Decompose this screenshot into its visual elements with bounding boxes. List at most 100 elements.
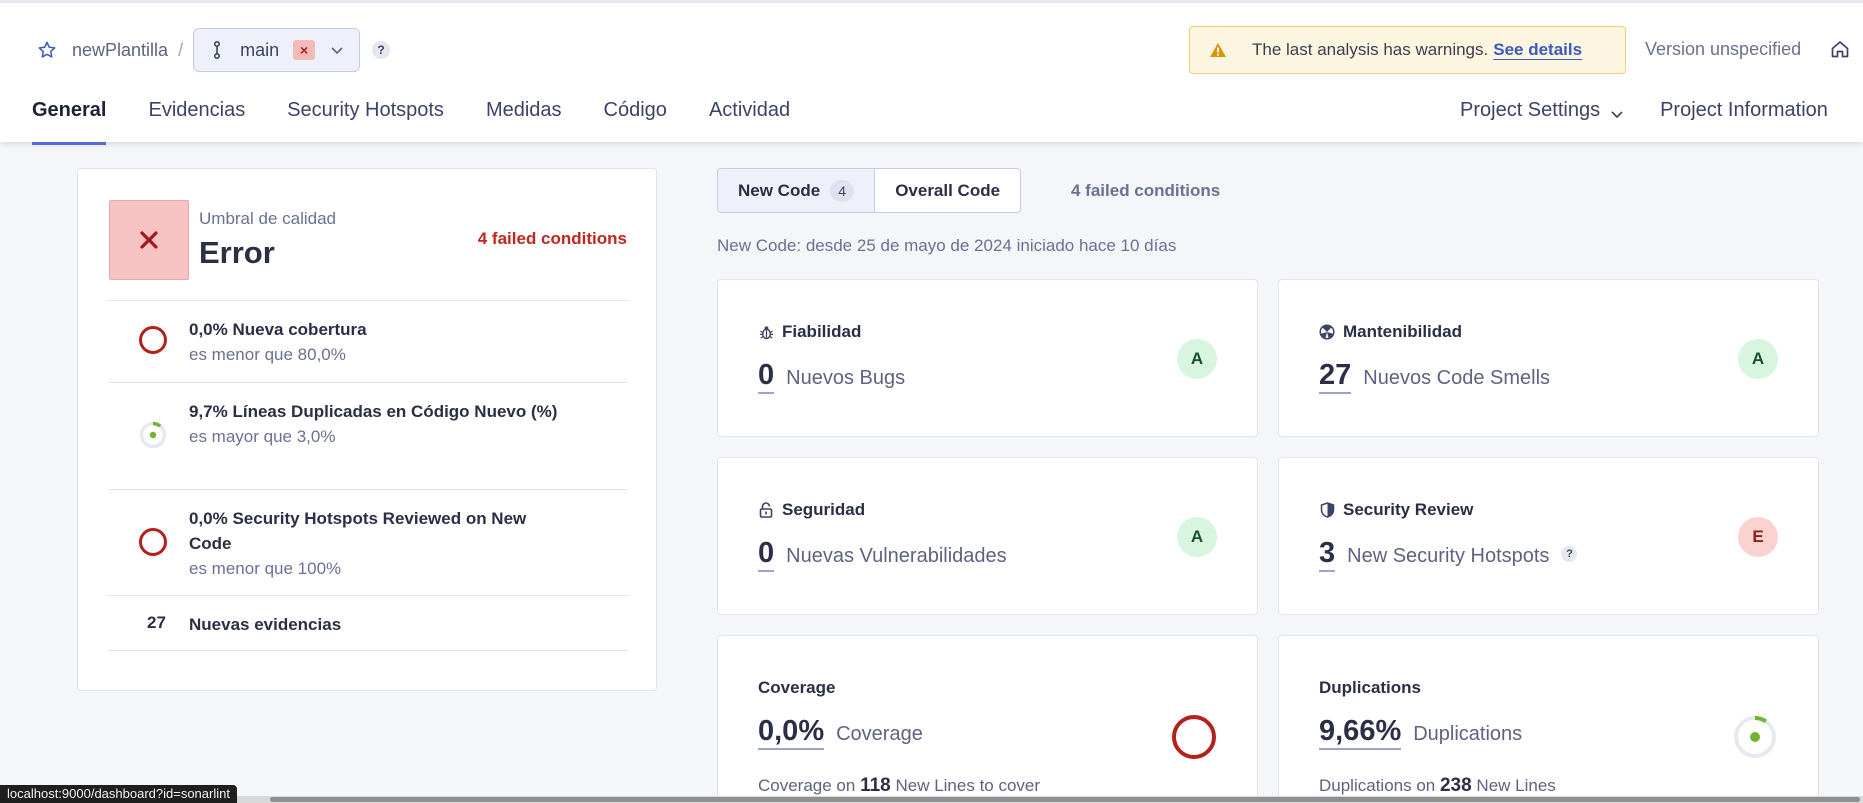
warning-text: The last analysis has warnings. bbox=[1252, 40, 1489, 59]
reliability-rating-badge[interactable]: A bbox=[1177, 339, 1217, 379]
duplications-new-lines: Duplications on 238 New Lines bbox=[1319, 775, 1556, 797]
maintainability-title: Mantenibilidad bbox=[1343, 322, 1462, 341]
coverage-card: Coverage 0,0% Coverage Coverage on 118 N… bbox=[717, 635, 1258, 803]
reliability-card: Fiabilidad 0 Nuevos Bugs A bbox=[717, 279, 1258, 437]
coverage-sub-suffix: New Lines to cover bbox=[895, 776, 1041, 795]
duplications-donut-icon bbox=[1734, 715, 1776, 758]
reliability-title: Fiabilidad bbox=[782, 322, 862, 341]
coverage-ring-icon bbox=[1172, 715, 1216, 759]
duplications-donut-icon bbox=[139, 421, 167, 449]
lock-icon bbox=[758, 502, 774, 518]
branch-name: main bbox=[240, 39, 280, 60]
favorite-star-icon[interactable] bbox=[36, 39, 58, 61]
security-review-title: Security Review bbox=[1343, 500, 1474, 519]
shield-icon bbox=[1319, 502, 1335, 518]
duplications-lines-count[interactable]: 238 bbox=[1440, 775, 1472, 796]
analysis-warning-banner: The last analysis has warnings. See deta… bbox=[1189, 26, 1626, 74]
duplications-title: Duplications bbox=[1319, 678, 1422, 697]
security-title: Seguridad bbox=[782, 500, 866, 519]
new-code-label: New Code bbox=[738, 180, 821, 200]
bug-icon bbox=[758, 324, 774, 340]
new-vulnerabilities-value[interactable]: 0 bbox=[758, 536, 775, 572]
duplications-value[interactable]: 9,66% bbox=[1319, 714, 1402, 750]
version-label: Version unspecified bbox=[1645, 39, 1802, 59]
quality-gate-failed-count: 4 failed conditions bbox=[477, 229, 627, 248]
tab-medidas[interactable]: Medidas bbox=[486, 91, 562, 145]
project-tabs: General Evidencias Security Hotspots Med… bbox=[32, 91, 832, 145]
branch-failed-status-icon: × bbox=[293, 40, 316, 60]
new-code-failed-badge: 4 bbox=[830, 179, 855, 202]
tab-general[interactable]: General bbox=[32, 91, 107, 145]
project-settings-label: Project Settings bbox=[1460, 99, 1601, 121]
new-issues-count: 27 bbox=[147, 613, 166, 632]
top-navigation: newPlantilla / main × ? The last analysi… bbox=[0, 0, 1863, 145]
condition-threshold: es menor que 100% bbox=[189, 559, 342, 578]
chevron-down-icon bbox=[329, 42, 345, 58]
chevron-down-icon bbox=[1610, 107, 1624, 121]
condition-title: 0,0% Security Hotspots Reviewed on New C… bbox=[189, 509, 527, 553]
coverage-sub-prefix: Coverage on bbox=[758, 776, 856, 795]
duplications-label: Duplications bbox=[1413, 723, 1523, 745]
security-review-card: Security Review 3 New Security Hotspots … bbox=[1278, 457, 1819, 615]
condition-new-issues[interactable]: 27 Nuevas evidencias bbox=[108, 595, 628, 651]
see-details-link[interactable]: See details bbox=[1493, 40, 1582, 60]
new-vulnerabilities-label: Nuevas Vulnerabilidades bbox=[786, 545, 1007, 567]
new-code-smells-label: Nuevos Code Smells bbox=[1363, 367, 1551, 389]
error-x-icon bbox=[140, 231, 158, 249]
quality-gate-status-badge bbox=[109, 200, 189, 280]
coverage-title: Coverage bbox=[758, 678, 836, 697]
condition-title: 0,0% Nueva cobertura bbox=[189, 320, 367, 339]
duplications-card: Duplications 9,66% Duplications Duplicat… bbox=[1278, 635, 1819, 803]
project-settings-menu[interactable]: Project Settings bbox=[1460, 91, 1624, 145]
failed-conditions-summary[interactable]: 4 failed conditions bbox=[1071, 181, 1220, 201]
coverage-value[interactable]: 0,0% bbox=[758, 714, 825, 750]
security-review-rating-badge[interactable]: E bbox=[1738, 517, 1778, 557]
maintainability-rating-badge[interactable]: A bbox=[1738, 339, 1778, 379]
hotspots-ring-icon bbox=[139, 528, 167, 556]
code-period-toggle: New Code 4 Overall Code bbox=[717, 168, 1022, 213]
condition-new-coverage[interactable]: 0,0% Nueva cobertura es menor que 80,0% bbox=[108, 300, 628, 382]
project-information-link[interactable]: Project Information bbox=[1660, 91, 1828, 145]
quality-gate-label: Umbral de calidad bbox=[199, 209, 337, 228]
branch-help-icon[interactable]: ? bbox=[372, 41, 391, 59]
condition-hotspots-reviewed[interactable]: 0,0% Security Hotspots Reviewed on New C… bbox=[108, 489, 628, 595]
quality-gate-panel: Umbral de calidad Error 4 failed conditi… bbox=[77, 168, 657, 691]
new-code-smells-value[interactable]: 27 bbox=[1319, 358, 1352, 394]
coverage-lines-to-cover: Coverage on 118 New Lines to cover bbox=[758, 775, 1040, 797]
condition-threshold: es menor que 80,0% bbox=[189, 345, 346, 364]
coverage-label: Coverage bbox=[836, 723, 923, 745]
coverage-ring-icon bbox=[139, 326, 167, 354]
new-issues-label: Nuevas evidencias bbox=[189, 615, 342, 634]
maintainability-card: Mantenibilidad 27 Nuevos Code Smells A bbox=[1278, 279, 1819, 437]
tab-actividad[interactable]: Actividad bbox=[709, 91, 790, 145]
coverage-lines-count[interactable]: 118 bbox=[860, 775, 891, 796]
failed-conditions-list: 0,0% Nueva cobertura es menor que 80,0% … bbox=[108, 300, 628, 651]
new-bugs-label: Nuevos Bugs bbox=[786, 367, 906, 389]
tab-codigo[interactable]: Código bbox=[604, 91, 667, 145]
security-rating-badge[interactable]: A bbox=[1177, 517, 1217, 557]
horizontal-scrollbar-thumb[interactable] bbox=[270, 797, 1860, 802]
condition-title: 9,7% Líneas Duplicadas en Código Nuevo (… bbox=[189, 402, 558, 421]
quality-gate-status: Error bbox=[199, 235, 275, 270]
tab-security-hotspots[interactable]: Security Hotspots bbox=[287, 91, 444, 145]
hotspots-help-icon[interactable]: ? bbox=[1561, 546, 1578, 562]
new-code-period: New Code: desde 25 de mayo de 2024 inici… bbox=[717, 236, 1177, 255]
breadcrumb-separator: / bbox=[178, 39, 184, 60]
overall-code-tab[interactable]: Overall Code bbox=[875, 169, 1020, 212]
new-hotspots-value[interactable]: 3 bbox=[1319, 536, 1336, 572]
home-icon[interactable] bbox=[1828, 37, 1852, 61]
condition-new-duplications[interactable]: 9,7% Líneas Duplicadas en Código Nuevo (… bbox=[108, 382, 628, 489]
duplications-sub-suffix: New Lines bbox=[1476, 776, 1556, 795]
new-hotspots-label: New Security Hotspots bbox=[1347, 545, 1550, 567]
branch-icon bbox=[208, 39, 226, 61]
warning-icon bbox=[1208, 40, 1228, 60]
security-card: Seguridad 0 Nuevas Vulnerabilidades A bbox=[717, 457, 1258, 615]
branch-selector[interactable]: main × bbox=[193, 28, 361, 72]
code-smell-icon bbox=[1319, 324, 1335, 340]
new-code-tab[interactable]: New Code 4 bbox=[718, 169, 876, 212]
tab-evidencias[interactable]: Evidencias bbox=[148, 91, 245, 145]
duplications-sub-prefix: Duplications on bbox=[1319, 776, 1436, 795]
condition-threshold: es mayor que 3,0% bbox=[189, 427, 336, 446]
project-name-link[interactable]: newPlantilla bbox=[72, 40, 168, 61]
new-bugs-value[interactable]: 0 bbox=[758, 358, 775, 394]
